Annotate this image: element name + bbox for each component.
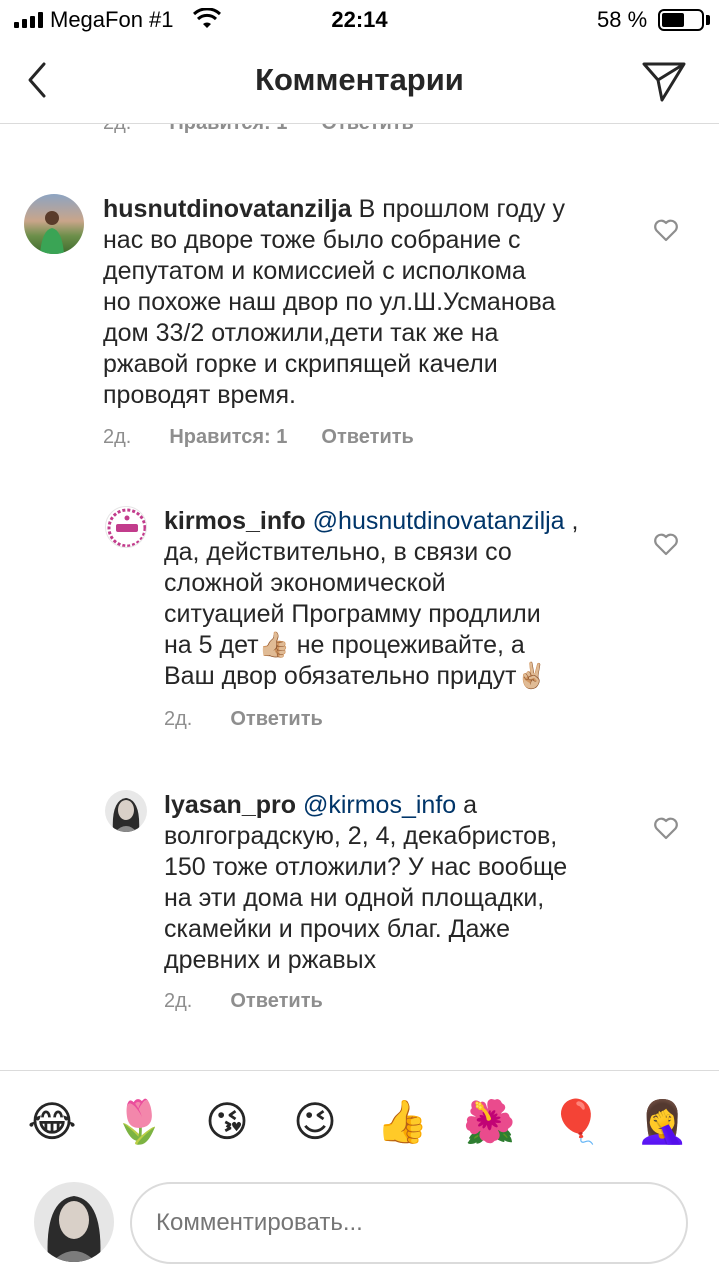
comment-body-line: ржавой горке и скрипящей качели — [103, 350, 498, 378]
emoji-button[interactable]: 👍 — [376, 1097, 428, 1147]
reply-button[interactable]: Ответить — [321, 426, 413, 448]
comment-text: husnutdinovatanzilja В прошлом году у на… — [103, 194, 623, 411]
battery-percent: 58 % — [597, 7, 648, 32]
emoji-button[interactable]: 🌷 — [113, 1097, 165, 1147]
comment-body-line: нас во дворе тоже было собрание с — [103, 226, 521, 254]
comment-body-line: дом 33/2 отложили,дети так же на — [103, 319, 499, 347]
battery-icon — [658, 9, 704, 31]
heart-outline-icon[interactable] — [653, 218, 679, 242]
person-photo — [112, 798, 140, 832]
heart-outline-icon[interactable] — [653, 816, 679, 840]
reply-button[interactable]: Ответить — [321, 124, 413, 134]
emoji-button[interactable]: 😂 — [26, 1097, 78, 1147]
like-count-button[interactable]: Нравится: 1 — [169, 426, 287, 448]
heart-outline-icon[interactable] — [653, 532, 679, 556]
avatar[interactable] — [24, 194, 84, 254]
emoji-button[interactable]: 🤦‍♀️ — [636, 1097, 688, 1147]
comment-time: 2д. — [164, 990, 193, 1012]
emoji-quick-bar: 😂 🌷 😘 😉 👍 🌺 🎈 🤦‍♀️ — [0, 1070, 719, 1174]
emoji-button[interactable]: 😘 — [201, 1097, 253, 1147]
emoji-button[interactable]: 😉 — [289, 1097, 341, 1147]
mention-link[interactable]: @kirmos_info — [303, 791, 456, 819]
comment-time: 2д. — [103, 426, 132, 448]
nav-bar: Комментарии — [0, 40, 719, 124]
comment-input[interactable] — [130, 1182, 688, 1264]
status-bar: MegaFon #1 22:14 58 % — [0, 0, 719, 40]
paper-plane-icon[interactable] — [640, 56, 688, 104]
comment-body-line: древних и ржавых — [164, 946, 377, 974]
comment-body-line: а — [456, 791, 478, 819]
comment-text: kirmos_info @husnutdinovatanzilja , да, … — [164, 506, 644, 692]
comment-username[interactable]: lyasan_pro — [164, 791, 296, 819]
emoji-button[interactable]: 🌺 — [463, 1097, 515, 1147]
comment-body-line: на 5 дет👍🏼 не процеживайте, а — [164, 631, 525, 659]
comment-body-line: скамейки и прочих благ. Даже — [164, 915, 511, 943]
comment-body-line: В прошлом году у — [358, 195, 565, 223]
comment-body-line: 150 тоже отложили? У нас вообще — [164, 853, 568, 881]
page-title: Комментарии — [255, 62, 464, 97]
like-count-button[interactable]: Нравится: 1 — [169, 124, 287, 134]
avatar[interactable] — [105, 790, 147, 832]
avatar[interactable] — [105, 506, 147, 548]
kirmos-logo-icon — [107, 508, 146, 547]
mention-link[interactable]: @husnutdinovatanzilja — [313, 507, 565, 535]
comment-meta: 2д. Ответить — [164, 708, 323, 731]
comment-meta: 2д. Ответить — [164, 990, 323, 1013]
comment-meta: 2д. Нравится: 1 Ответить — [103, 426, 414, 449]
reply-button[interactable]: Ответить — [230, 708, 322, 730]
comment-body-line: на эти дома ни одной площадки, — [164, 884, 545, 912]
comment-body-line: , — [564, 507, 579, 535]
comment-body-line: волгоградскую, 2, 4, декабристов, — [164, 822, 558, 850]
comment-time: 2д. — [164, 708, 193, 730]
comment-body-line: депутатом и комиссией с исполкома — [103, 257, 526, 285]
comment-time: 2д. — [103, 124, 131, 134]
person-photo — [40, 211, 64, 254]
comment-username[interactable]: kirmos_info — [164, 507, 306, 535]
comment-body-line: сложной экономической — [164, 569, 446, 597]
battery-tip — [706, 15, 710, 25]
comment-list[interactable]: 2д. Нравится: 1 Ответить husnutdinovatanzi… — [0, 124, 719, 1070]
comment-username[interactable]: husnutdinovatanzilja — [103, 195, 352, 223]
comment-body-line: Ваш двор обязательно придут✌🏼 — [164, 662, 548, 690]
reply-button[interactable]: Ответить — [230, 990, 322, 1012]
comment-body-line: но похоже наш двор по ул.Ш.Усманова — [103, 288, 556, 316]
comment-body-line: проводят время. — [103, 381, 296, 409]
comment-text: lyasan_pro @kirmos_info а волгоградскую,… — [164, 790, 644, 976]
emoji-button[interactable]: 🎈 — [550, 1097, 602, 1147]
avatar — [34, 1182, 114, 1262]
comment-body-line: да, действительно, в связи со — [164, 538, 512, 566]
comment-composer — [0, 1174, 719, 1280]
person-photo — [47, 1196, 101, 1262]
comment-body-line: ситуацией Программу продлили — [164, 600, 541, 628]
previous-comment-meta: 2д. Нравится: 1 Ответить — [103, 124, 414, 135]
